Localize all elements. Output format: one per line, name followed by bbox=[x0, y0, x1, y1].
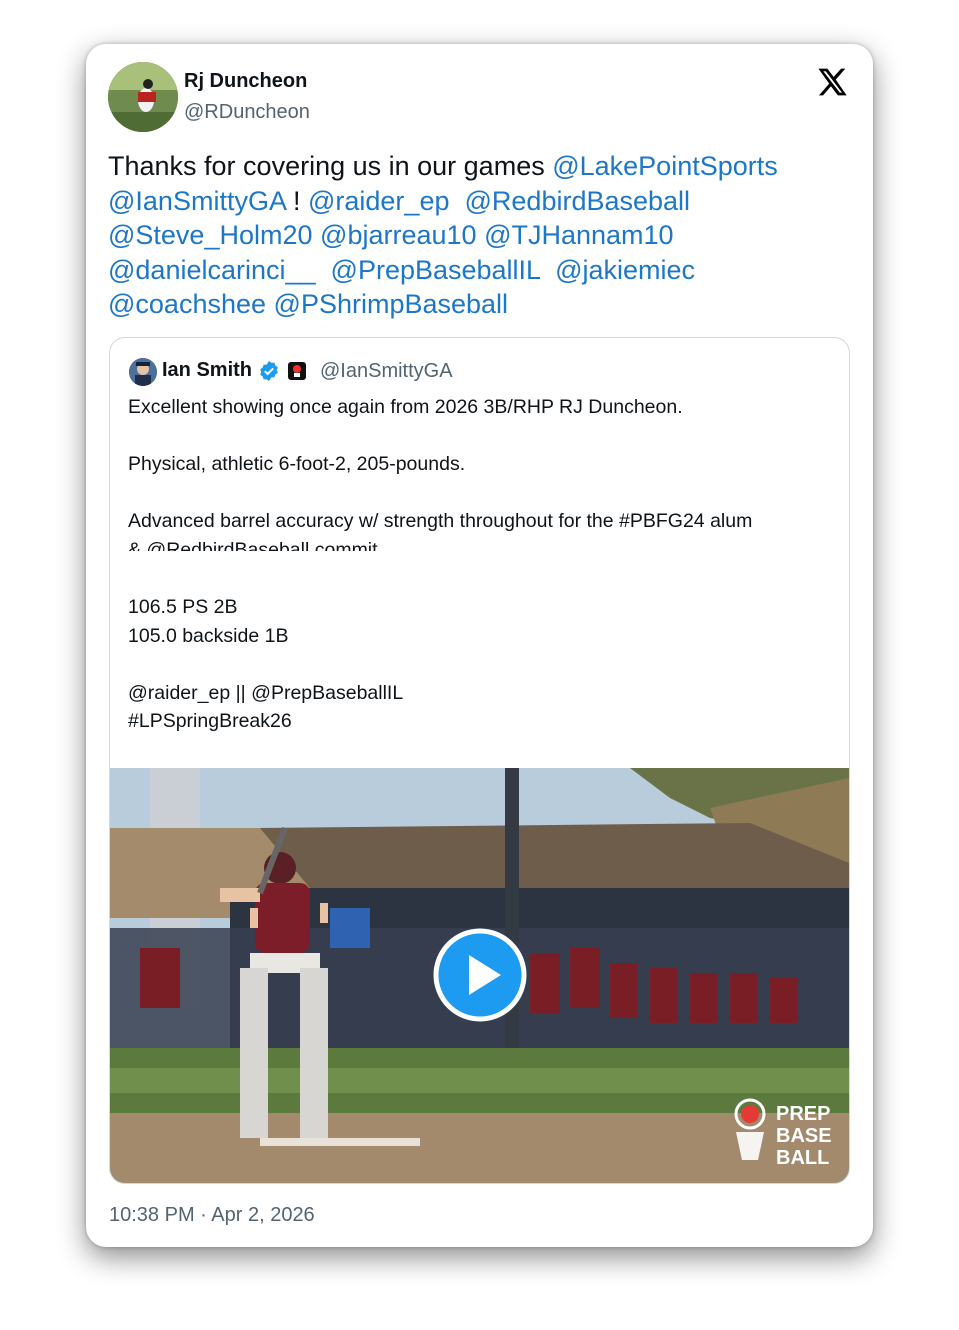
affiliate-badge-icon bbox=[288, 362, 306, 380]
tweet-text-segment bbox=[540, 255, 555, 285]
tweet-timestamp[interactable]: 10:38 PM · Apr 2, 2026 bbox=[109, 1204, 315, 1227]
mention-link[interactable]: @RedbirdBaseball bbox=[465, 186, 691, 216]
mention-link[interactable]: @raider_ep bbox=[308, 186, 450, 216]
mention-link[interactable]: @Steve_Holm20 bbox=[108, 220, 313, 250]
quote-line: Excellent showing once again from 2026 3… bbox=[128, 396, 683, 418]
author-name[interactable]: Rj Duncheon bbox=[184, 70, 307, 93]
tweet-text: Thanks for covering us in our games @Lak… bbox=[108, 149, 848, 322]
avatar-photo bbox=[108, 62, 178, 132]
affiliate-badge-glyph bbox=[293, 365, 301, 377]
quote-line: 105.0 backside 1B bbox=[128, 624, 289, 647]
watermark-line: BASE bbox=[776, 1125, 832, 1147]
quote-line-clipped: & @RedbirdBaseball commit. bbox=[128, 536, 828, 551]
x-logo-icon[interactable] bbox=[816, 66, 848, 98]
author-avatar[interactable] bbox=[108, 62, 178, 132]
tweet-text-segment bbox=[449, 186, 464, 216]
tweet-text-segment bbox=[778, 151, 786, 181]
quote-author-avatar[interactable] bbox=[129, 358, 157, 386]
quote-author-handle[interactable]: @IanSmittyGA bbox=[320, 360, 453, 383]
quote-line: @raider_ep || @PrepBaseballIL bbox=[128, 681, 404, 704]
tweet-text-segment bbox=[695, 255, 703, 285]
quote-line: Advanced barrel accuracy w/ strength thr… bbox=[128, 510, 753, 533]
mention-link[interactable]: @PrepBaseballIL bbox=[331, 255, 541, 285]
prep-baseball-watermark: PREP BASE BALL bbox=[734, 1098, 832, 1168]
quote-text: Excellent showing once again from 2026 3… bbox=[128, 393, 828, 736]
watermark-line: BALL bbox=[776, 1147, 829, 1168]
quote-line: #LPSpringBreak26 bbox=[128, 710, 292, 733]
tweet-text-segment bbox=[477, 220, 485, 250]
tweet-text-segment bbox=[674, 220, 682, 250]
quote-author-name[interactable]: Ian Smith bbox=[162, 359, 252, 382]
quote-avatar-photo bbox=[129, 358, 157, 386]
quoted-tweet[interactable]: Ian Smith @IanSmittyGA Excellent showing… bbox=[109, 337, 850, 1184]
video-player[interactable]: PREP BASE BALL bbox=[110, 768, 849, 1183]
mention-link[interactable]: @jakiemiec bbox=[555, 255, 695, 285]
watermark-line: PREP bbox=[776, 1103, 830, 1125]
tweet-card: Rj Duncheon @RDuncheon Thanks for coveri… bbox=[86, 44, 873, 1247]
quote-line: & @RedbirdBaseball commit. bbox=[128, 538, 383, 551]
mention-link[interactable]: @bjarreau10 bbox=[320, 220, 477, 250]
tweet-text-segment: ! bbox=[285, 185, 308, 216]
mention-link[interactable]: @IanSmittyGA bbox=[108, 186, 285, 216]
author-handle[interactable]: @RDuncheon bbox=[184, 101, 310, 124]
tweet-text-segment: Thanks for covering us in our games bbox=[108, 151, 553, 181]
tweet-text-segment bbox=[316, 255, 331, 285]
play-icon[interactable] bbox=[433, 928, 527, 1022]
mention-link[interactable]: @PShrimpBaseball bbox=[274, 289, 509, 319]
quote-line: Physical, athletic 6-foot-2, 205-pounds. bbox=[128, 453, 466, 476]
mention-link[interactable]: @danielcarinci__ bbox=[108, 255, 316, 285]
quote-line: 106.5 PS 2B bbox=[128, 595, 238, 618]
mention-link[interactable]: @TJHannam10 bbox=[484, 220, 674, 250]
tweet-text-segment bbox=[690, 186, 698, 216]
mention-link[interactable]: @coachshee bbox=[108, 289, 266, 319]
tweet-text-segment bbox=[313, 220, 321, 250]
mention-link[interactable]: @LakePointSports bbox=[552, 151, 778, 181]
tweet-text-segment bbox=[266, 289, 274, 319]
verified-badge-icon bbox=[260, 361, 278, 381]
